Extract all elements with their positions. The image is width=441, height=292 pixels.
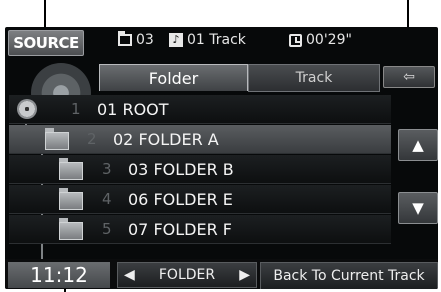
scroll-up-button[interactable]: ▲ — [398, 129, 438, 161]
up-arrow-icon: ▲ — [412, 136, 424, 154]
folder-icon — [59, 158, 83, 180]
prev-folder-icon[interactable]: ◀ — [124, 267, 135, 283]
clock-display: 11:12 — [8, 262, 110, 288]
clock-icon — [289, 33, 302, 47]
back-to-current-track-button[interactable]: Back To Current Track — [260, 262, 438, 289]
list-item[interactable]: 1 01 ROOT — [9, 95, 391, 124]
list-item-name: 02 FOLDER A — [113, 129, 219, 149]
list-item-number: 5 — [102, 220, 112, 238]
folder-icon — [59, 188, 83, 210]
down-arrow-icon: ▼ — [412, 199, 424, 217]
folder-count: 03 — [136, 32, 154, 48]
source-button[interactable]: SOURCE — [8, 30, 84, 56]
folder-nav: ◀ FOLDER ▶ — [117, 262, 257, 288]
list-item-name: 06 FOLDER E — [128, 189, 233, 209]
folder-open-icon — [45, 128, 69, 150]
next-folder-icon[interactable]: ▶ — [239, 267, 250, 283]
elapsed-time: 00'29" — [306, 32, 352, 48]
folder-nav-label: FOLDER — [158, 267, 216, 283]
folder-icon — [118, 31, 132, 46]
list-item[interactable]: 5 07 FOLDER F — [9, 215, 391, 244]
list-item-number: 2 — [87, 130, 97, 148]
audio-screen: SOURCE 03 ♪ 01 Track 00'29" Folder Track… — [5, 27, 438, 289]
list-item-name: 01 ROOT — [97, 99, 169, 119]
list-item[interactable]: 3 03 FOLDER B — [9, 155, 391, 184]
list-item-name: 07 FOLDER F — [128, 219, 232, 239]
track-label: 01 Track — [187, 32, 246, 48]
bottom-bar: 11:12 ◀ FOLDER ▶ Back To Current Track — [5, 259, 438, 289]
disc-icon — [17, 99, 37, 119]
track-status: ♪ 01 Track — [169, 32, 246, 48]
tab-folder[interactable]: Folder — [99, 64, 248, 91]
list-item-name: 03 FOLDER B — [128, 159, 234, 179]
folder-count-status: 03 — [118, 31, 154, 48]
music-note-icon: ♪ — [169, 33, 183, 47]
list-item-number: 1 — [71, 100, 81, 118]
list-item[interactable]: 2 02 FOLDER A — [9, 125, 391, 154]
list-item-number: 3 — [102, 160, 112, 178]
scroll-down-button[interactable]: ▼ — [398, 192, 438, 224]
return-arrow-icon: ⇦ — [403, 69, 415, 85]
return-button[interactable]: ⇦ — [383, 66, 435, 88]
time-status: 00'29" — [289, 32, 352, 48]
list-item[interactable]: 4 06 FOLDER E — [9, 185, 391, 214]
list-item-number: 4 — [102, 190, 112, 208]
folder-icon — [59, 218, 83, 240]
tab-track[interactable]: Track — [248, 64, 380, 92]
